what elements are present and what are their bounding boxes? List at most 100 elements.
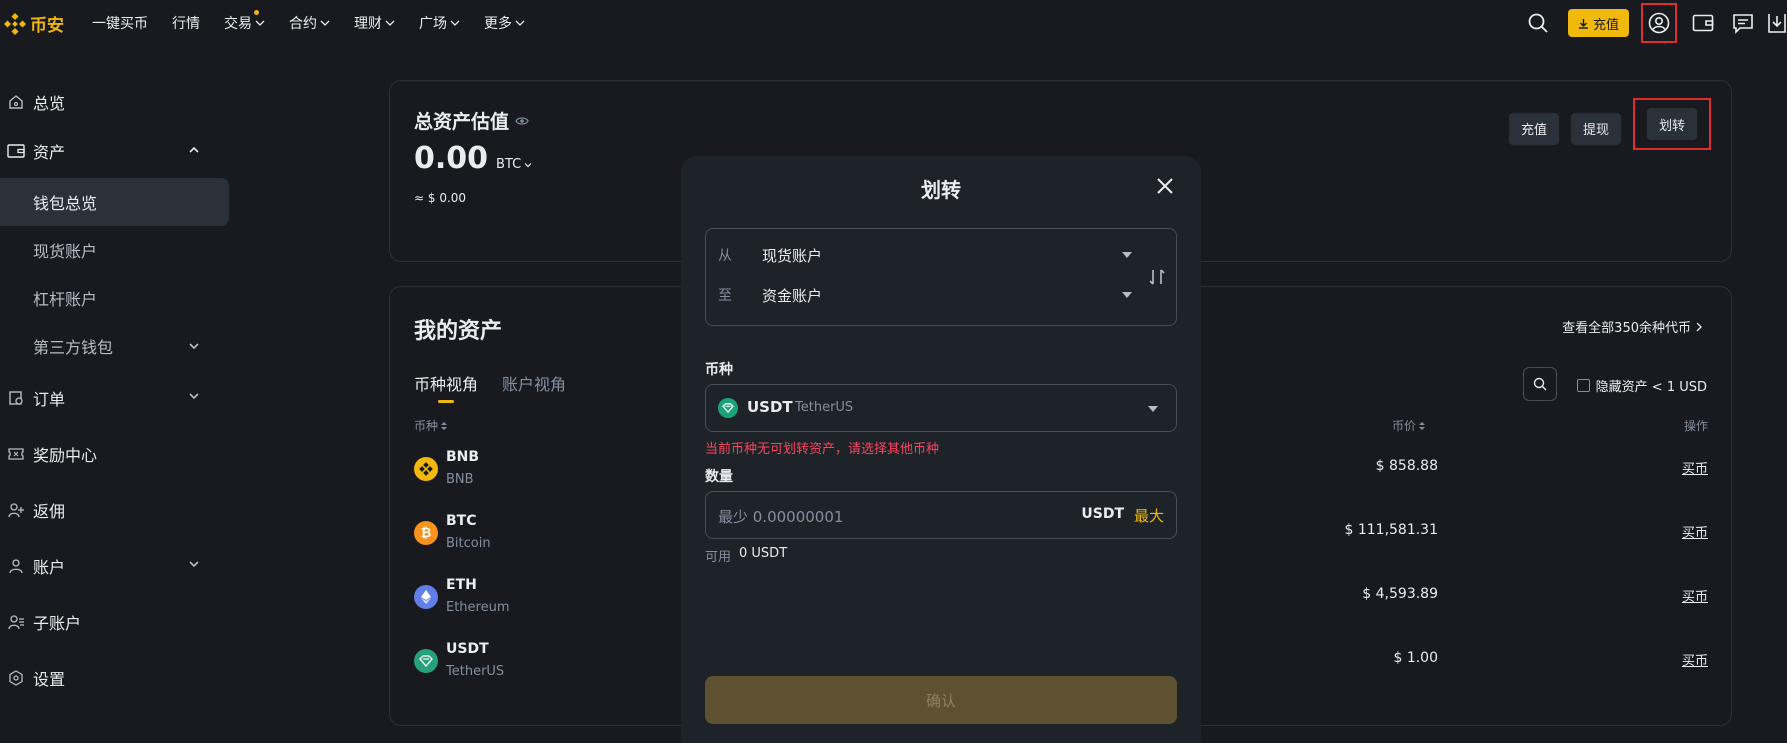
- caret-down-icon: [1122, 292, 1132, 298]
- sidebar-item-assets[interactable]: 资产: [0, 124, 230, 178]
- nav-item-more[interactable]: 更多: [484, 13, 525, 33]
- summary-actions: 充值 提现 划转: [1508, 98, 1711, 150]
- chevron-down-icon: [524, 162, 532, 167]
- selected-coin-name: TetherUS: [795, 400, 854, 415]
- selected-coin-symbol: USDT: [747, 398, 793, 416]
- search-icon: [1533, 377, 1547, 391]
- from-account-select[interactable]: 从 现货账户: [718, 243, 1132, 267]
- sidebar-item-wallet-overview[interactable]: 钱包总览: [0, 178, 229, 226]
- available-value: 0 USDT: [739, 546, 788, 561]
- asset-search-button[interactable]: [1523, 367, 1557, 401]
- to-label: 至: [718, 288, 732, 304]
- sidebar-item-third-party-wallet[interactable]: 第三方钱包: [0, 322, 230, 370]
- main-nav: 一键买币 行情 交易 合约 理财 广场 更多: [92, 0, 549, 46]
- nav-item-futures[interactable]: 合约: [289, 13, 330, 33]
- hide-small-checkbox[interactable]: [1576, 379, 1590, 392]
- message-icon: [1733, 14, 1753, 34]
- nav-item-markets[interactable]: 行情: [172, 13, 200, 33]
- sidebar-item-account[interactable]: 账户: [0, 538, 230, 594]
- transfer-button[interactable]: 划转: [1646, 108, 1697, 140]
- coin-price: $ 4,593.89: [1362, 586, 1438, 602]
- eye-icon[interactable]: [515, 116, 529, 126]
- chevron-down-icon: [385, 20, 395, 26]
- sidebar-item-referral[interactable]: 返佣: [0, 482, 230, 538]
- wallet-button[interactable]: [1687, 7, 1719, 39]
- sidebar-item-margin-account[interactable]: 杠杆账户: [0, 274, 230, 322]
- col-header-label: 币种: [414, 419, 439, 433]
- confirm-button[interactable]: 确认: [705, 676, 1177, 724]
- total-assets-value: 0.00 BTC: [414, 141, 532, 176]
- available-balance: 可用 0 USDT: [705, 546, 787, 565]
- unit-selector[interactable]: BTC: [496, 157, 532, 172]
- coin-field-label: 币种: [705, 362, 733, 378]
- nav-label: 行情: [172, 16, 200, 32]
- orders-icon: [6, 388, 26, 408]
- sidebar-item-sub-account[interactable]: 子账户: [0, 594, 230, 650]
- sidebar: 总览 资产 钱包总览 现货账户 杠杆账户 第三方钱包 订单 奖励中心 返佣 账户…: [0, 80, 230, 706]
- sidebar-label: 返佣: [33, 502, 66, 521]
- coin-symbol: BTC: [446, 513, 477, 529]
- sidebar-item-spot-account[interactable]: 现货账户: [0, 226, 230, 274]
- buy-coin-link[interactable]: 买币: [1682, 522, 1708, 541]
- usdt-coin-icon: [414, 649, 438, 673]
- total-assets-title: 总资产估值: [414, 107, 529, 134]
- swap-icon[interactable]: [1148, 267, 1166, 287]
- deposit-button[interactable]: 充值: [1567, 9, 1629, 37]
- coin-name: TetherUS: [446, 664, 505, 679]
- withdraw-button[interactable]: 提现: [1570, 112, 1621, 145]
- col-header-action: 操作: [1684, 419, 1709, 433]
- search-button[interactable]: [1522, 7, 1554, 39]
- chevron-down-icon: [320, 20, 330, 26]
- chevron-down-icon: [189, 561, 199, 568]
- nav-label: 理财: [354, 16, 382, 32]
- my-assets-title: 我的资产: [414, 319, 503, 344]
- sidebar-label: 资产: [33, 143, 66, 162]
- messages-button[interactable]: [1727, 7, 1759, 39]
- binance-logo[interactable]: 币安: [4, 11, 64, 36]
- eth-coin-icon: [414, 585, 438, 609]
- col-header-coin[interactable]: 币种: [414, 417, 448, 434]
- amount-input[interactable]: 最少 0.00000001 USDT 最大: [705, 491, 1177, 539]
- tab-coin-view[interactable]: 币种视角: [414, 371, 478, 403]
- view-all-link[interactable]: 查看全部350余种代币: [1562, 317, 1703, 336]
- coin-symbol: USDT: [446, 641, 489, 657]
- nav-item-trade[interactable]: 交易: [224, 10, 265, 33]
- download-app-icon: [1768, 14, 1786, 33]
- chevron-down-icon: [189, 343, 199, 350]
- coin-symbol: BNB: [446, 449, 480, 465]
- buy-coin-link[interactable]: 买币: [1682, 586, 1708, 605]
- to-account-select[interactable]: 至 资金账户: [718, 283, 1132, 307]
- sidebar-item-overview[interactable]: 总览: [0, 80, 230, 124]
- tab-account-view[interactable]: 账户视角: [502, 371, 566, 395]
- wallet-icon: [1692, 14, 1714, 32]
- sidebar-item-rewards[interactable]: 奖励中心: [0, 426, 230, 482]
- users-icon: [6, 612, 26, 632]
- nav-item-quick-buy[interactable]: 一键买币: [92, 13, 148, 33]
- nav-item-earn[interactable]: 理财: [354, 13, 395, 33]
- close-icon[interactable]: [1155, 176, 1175, 196]
- nav-item-square[interactable]: 广场: [419, 13, 460, 33]
- col-header-price[interactable]: 币价: [1392, 417, 1426, 434]
- hide-small-assets-toggle[interactable]: 隐藏资产 < 1 USD: [1576, 376, 1707, 395]
- buy-coin-link[interactable]: 买币: [1682, 458, 1708, 477]
- user-profile-button[interactable]: [1641, 3, 1677, 43]
- deposit-action-button[interactable]: 充值: [1508, 112, 1559, 145]
- download-icon: [1578, 18, 1588, 29]
- available-label: 可用: [705, 550, 732, 565]
- max-button[interactable]: 最大: [1134, 505, 1164, 526]
- chevron-right-icon: [1696, 322, 1702, 331]
- wallet-icon: [6, 141, 26, 161]
- coin-symbol: ETH: [446, 577, 477, 593]
- coin-select[interactable]: USDT TetherUS: [705, 384, 1177, 432]
- binance-logo-icon: [4, 12, 26, 35]
- sidebar-item-settings[interactable]: 设置: [0, 650, 230, 706]
- user-icon: [6, 556, 26, 576]
- btc-coin-icon: ₿: [414, 521, 438, 545]
- ticket-icon: [6, 444, 26, 464]
- buy-coin-link[interactable]: 买币: [1682, 650, 1708, 669]
- from-label: 从: [718, 248, 732, 264]
- sidebar-item-orders[interactable]: 订单: [0, 370, 230, 426]
- download-app-button[interactable]: [1767, 7, 1787, 39]
- sidebar-label: 总览: [33, 94, 66, 113]
- top-right-actions: 充值: [1522, 0, 1787, 46]
